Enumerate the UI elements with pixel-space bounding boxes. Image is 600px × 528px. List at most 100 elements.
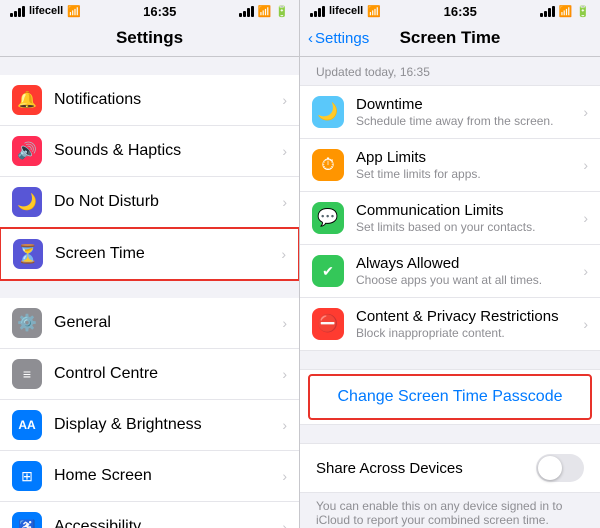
app-limits-item[interactable]: ⏱ App Limits Set time limits for apps. › [300, 139, 600, 192]
back-label: Settings [315, 30, 369, 47]
display-label: Display & Brightness [54, 416, 278, 434]
right-status-right: 📶 🔋 [540, 5, 590, 18]
left-panel: lifecell 📶 16:35 📶 🔋 Settings 🔔 [0, 0, 300, 528]
content-privacy-text: Content & Privacy Restrictions Block ina… [356, 308, 583, 340]
right-signal-right-icon [540, 5, 555, 17]
always-allowed-subtitle: Choose apps you want at all times. [356, 273, 583, 287]
share-group: Share Across Devices You can enable this… [300, 443, 600, 528]
communication-subtitle: Set limits based on your contacts. [356, 220, 583, 234]
downtime-icon: 🌙 [312, 96, 344, 128]
share-info: You can enable this on any device signed… [300, 493, 600, 528]
content-privacy-icon: ⛔ [312, 308, 344, 340]
right-wifi-icon: 📶 [367, 5, 381, 18]
chevron-icon: › [282, 417, 287, 433]
sidebar-item-notifications[interactable]: 🔔 Notifications › [0, 75, 299, 126]
control-label: Control Centre [54, 365, 278, 383]
screen-time-items-group: 🌙 Downtime Schedule time away from the s… [300, 85, 600, 351]
right-title: Screen Time [400, 28, 501, 48]
general-icon: ⚙️ [12, 308, 42, 338]
left-time: 16:35 [143, 4, 176, 19]
chevron-icon: › [583, 210, 588, 226]
dnd-label: Do Not Disturb [54, 193, 278, 211]
settings-group-1: 🔔 Notifications › 🔊 Sounds & Haptics › 🌙… [0, 75, 299, 281]
always-allowed-text: Always Allowed Choose apps you want at a… [356, 255, 583, 287]
content-privacy-item[interactable]: ⛔ Content & Privacy Restrictions Block i… [300, 298, 600, 350]
left-carrier: lifecell 📶 [10, 5, 81, 18]
sidebar-item-general[interactable]: ⚙️ General › [0, 298, 299, 349]
control-icon: ≡ [12, 359, 42, 389]
always-allowed-title: Always Allowed [356, 255, 583, 272]
content-privacy-title: Content & Privacy Restrictions [356, 308, 583, 325]
notifications-icon: 🔔 [12, 85, 42, 115]
always-allowed-icon: ✔ [312, 255, 344, 287]
sidebar-item-accessibility[interactable]: ♿ Accessibility › [0, 502, 299, 528]
sidebar-item-screen-time[interactable]: ⏳ Screen Time › [0, 227, 299, 281]
sounds-icon: 🔊 [12, 136, 42, 166]
signal-right-icon [239, 5, 254, 17]
sidebar-item-dnd[interactable]: 🌙 Do Not Disturb › [0, 177, 299, 228]
settings-group-2: ⚙️ General › ≡ Control Centre › AA Displ… [0, 298, 299, 528]
signal-icon-right [239, 5, 254, 17]
display-icon: AA [12, 410, 42, 440]
chevron-icon: › [282, 92, 287, 108]
right-nav-header: ‹ Settings Screen Time [300, 22, 600, 57]
change-passcode-group: Change Screen Time Passcode [300, 369, 600, 425]
home-label: Home Screen [54, 467, 278, 485]
notifications-label: Notifications [54, 91, 278, 109]
communication-item[interactable]: 💬 Communication Limits Set limits based … [300, 192, 600, 245]
chevron-icon: › [282, 194, 287, 210]
app-limits-icon: ⏱ [312, 149, 344, 181]
downtime-item[interactable]: 🌙 Downtime Schedule time away from the s… [300, 86, 600, 139]
right-wifi-right-icon: 📶 [559, 5, 573, 18]
battery-icon: 🔋 [275, 5, 289, 18]
chevron-icon: › [583, 104, 588, 120]
chevron-icon: › [583, 157, 588, 173]
sidebar-item-sounds[interactable]: 🔊 Sounds & Haptics › [0, 126, 299, 177]
screen-time-icon: ⏳ [13, 239, 43, 269]
sounds-label: Sounds & Haptics [54, 142, 278, 160]
chevron-icon: › [282, 143, 287, 159]
chevron-icon: › [281, 246, 286, 262]
downtime-subtitle: Schedule time away from the screen. [356, 114, 583, 128]
left-title: Settings [0, 28, 299, 48]
sidebar-item-control[interactable]: ≡ Control Centre › [0, 349, 299, 400]
left-status-right: 📶 🔋 [239, 5, 289, 18]
right-signal-icon [310, 5, 325, 17]
accessibility-icon: ♿ [12, 512, 42, 528]
general-label: General [54, 314, 278, 332]
app-limits-text: App Limits Set time limits for apps. [356, 149, 583, 181]
always-allowed-item[interactable]: ✔ Always Allowed Choose apps you want at… [300, 245, 600, 298]
left-status-bar: lifecell 📶 16:35 📶 🔋 [0, 0, 299, 22]
right-carrier: lifecell 📶 [310, 5, 381, 18]
change-passcode-button[interactable]: Change Screen Time Passcode [308, 374, 592, 420]
change-passcode-label: Change Screen Time Passcode [337, 388, 562, 405]
sidebar-item-home[interactable]: ⊞ Home Screen › [0, 451, 299, 502]
sidebar-item-display[interactable]: AA Display & Brightness › [0, 400, 299, 451]
chevron-icon: › [282, 519, 287, 528]
left-nav-header: Settings [0, 22, 299, 57]
share-label: Share Across Devices [316, 460, 536, 477]
settings-list: 🔔 Notifications › 🔊 Sounds & Haptics › 🌙… [0, 57, 299, 528]
right-content: Updated today, 16:35 🌙 Downtime Schedule… [300, 57, 600, 528]
wifi-icon: 📶 [67, 5, 81, 18]
update-label: Updated today, 16:35 [300, 57, 600, 85]
content-privacy-subtitle: Block inappropriate content. [356, 326, 583, 340]
share-row: Share Across Devices [300, 443, 600, 493]
back-chevron-icon: ‹ [308, 30, 313, 47]
chevron-icon: › [583, 316, 588, 332]
communication-icon: 💬 [312, 202, 344, 234]
chevron-icon: › [282, 315, 287, 331]
downtime-title: Downtime [356, 96, 583, 113]
dnd-icon: 🌙 [12, 187, 42, 217]
screen-time-label: Screen Time [55, 245, 277, 263]
downtime-text: Downtime Schedule time away from the scr… [356, 96, 583, 128]
toggle-knob [538, 456, 562, 480]
right-time: 16:35 [444, 4, 477, 19]
accessibility-label: Accessibility [54, 518, 278, 528]
back-button[interactable]: ‹ Settings [308, 30, 369, 47]
communication-title: Communication Limits [356, 202, 583, 219]
right-panel: lifecell 📶 16:35 📶 🔋 ‹ Settings Screen T… [300, 0, 600, 528]
home-icon: ⊞ [12, 461, 42, 491]
communication-text: Communication Limits Set limits based on… [356, 202, 583, 234]
share-toggle[interactable] [536, 454, 584, 482]
